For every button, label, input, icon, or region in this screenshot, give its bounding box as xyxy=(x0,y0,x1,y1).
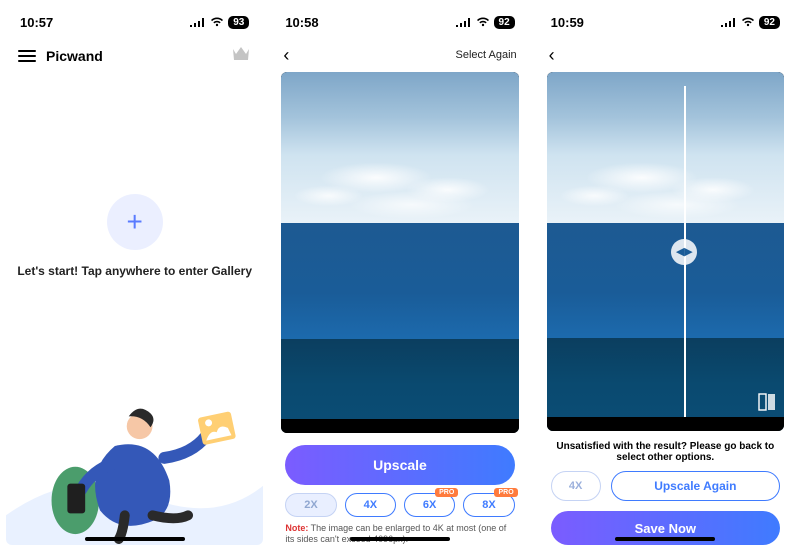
crown-icon[interactable] xyxy=(231,46,251,67)
scale-option-8x[interactable]: 8X PRO xyxy=(463,493,514,517)
scale-option-label: 2X xyxy=(304,499,317,511)
nav-bar: ‹ Select Again xyxy=(271,38,528,72)
home-indicator xyxy=(615,537,715,541)
status-time: 10:58 xyxy=(285,15,318,30)
wifi-icon xyxy=(476,17,490,27)
status-right: 93 xyxy=(190,16,249,29)
scale-option-label: 6X xyxy=(423,499,436,511)
back-button[interactable]: ‹ xyxy=(283,46,289,64)
upscale-again-button[interactable]: Upscale Again xyxy=(611,471,780,501)
scale-option-4x[interactable]: 4X xyxy=(345,493,396,517)
compare-toggle-icon[interactable] xyxy=(758,393,776,411)
pro-badge: PRO xyxy=(494,488,517,497)
status-bar: 10:59 92 xyxy=(537,6,794,38)
back-button[interactable]: ‹ xyxy=(549,46,555,64)
status-bar: 10:57 93 xyxy=(6,6,263,38)
plus-icon: + xyxy=(126,206,142,238)
add-image-button[interactable]: + xyxy=(107,194,163,250)
status-right: 92 xyxy=(456,16,515,29)
upscale-button[interactable]: Upscale xyxy=(285,445,514,485)
app-title: Picwand xyxy=(46,48,103,64)
status-time: 10:59 xyxy=(551,15,584,30)
battery-badge: 92 xyxy=(759,16,780,29)
home-indicator xyxy=(350,537,450,541)
scale-option-2x[interactable]: 2X xyxy=(285,493,336,517)
battery-badge: 92 xyxy=(494,16,515,29)
scale-options: 2X 4X 6X PRO 8X PRO xyxy=(271,491,528,521)
result-message: Unsatisfied with the result? Please go b… xyxy=(547,441,784,463)
note-label: Note: xyxy=(285,523,308,533)
menu-icon[interactable] xyxy=(18,50,36,62)
result-actions: 4X Upscale Again xyxy=(537,471,794,501)
signal-icon xyxy=(721,17,737,27)
app-header: Picwand xyxy=(6,38,263,74)
scale-option-label: 4X xyxy=(364,499,377,511)
current-scale-pill[interactable]: 4X xyxy=(551,471,601,501)
screen-result: 10:59 92 ‹ ◀▶ Unsatisfied with the resul… xyxy=(537,6,794,545)
home-tagline: Let's start! Tap anywhere to enter Galle… xyxy=(17,264,252,278)
scale-option-label: 8X xyxy=(482,499,495,511)
note-text: Note: The image can be enlarged to 4K at… xyxy=(271,521,528,546)
image-compare[interactable]: ◀▶ xyxy=(547,72,784,431)
status-right: 92 xyxy=(721,16,780,29)
screen-upscale: 10:58 92 ‹ Select Again Upscale 2X 4X xyxy=(271,6,528,545)
status-time: 10:57 xyxy=(20,15,53,30)
compare-handle[interactable]: ◀▶ xyxy=(671,239,697,265)
wifi-icon xyxy=(741,17,755,27)
pro-badge: PRO xyxy=(435,488,458,497)
select-again-button[interactable]: Select Again xyxy=(456,49,517,61)
home-indicator xyxy=(85,537,185,541)
signal-icon xyxy=(190,17,206,27)
signal-icon xyxy=(456,17,472,27)
home-illustration xyxy=(6,365,263,545)
status-bar: 10:58 92 xyxy=(271,6,528,38)
image-preview[interactable] xyxy=(281,72,518,433)
battery-badge: 93 xyxy=(228,16,249,29)
screen-home: 10:57 93 Picwand + Let's start! Tap anyw… xyxy=(6,6,263,545)
nav-bar: ‹ xyxy=(537,38,794,72)
home-body[interactable]: + Let's start! Tap anywhere to enter Gal… xyxy=(6,74,263,545)
scale-option-6x[interactable]: 6X PRO xyxy=(404,493,455,517)
wifi-icon xyxy=(210,17,224,27)
